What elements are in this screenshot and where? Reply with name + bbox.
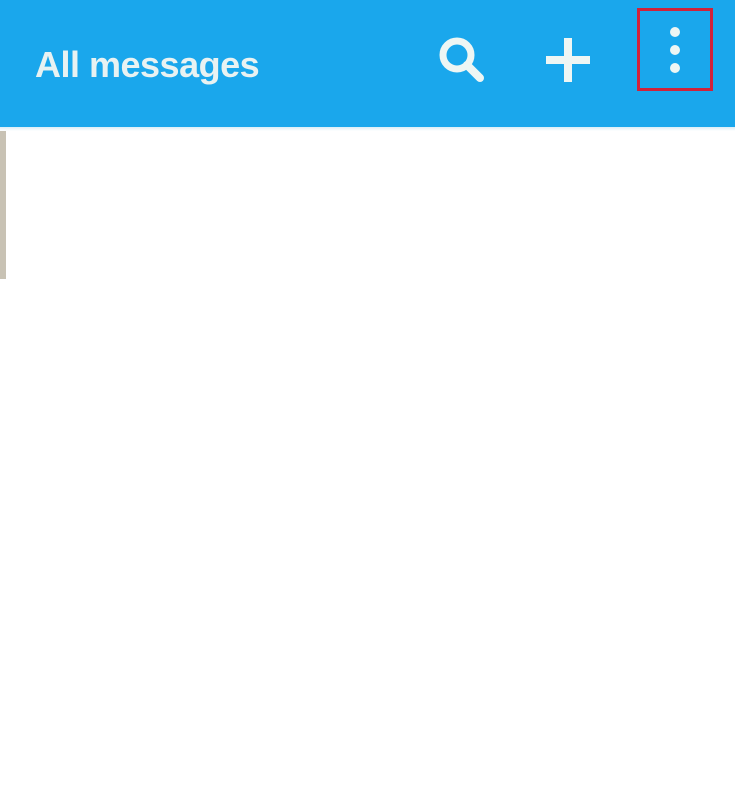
screen: All messages: [0, 0, 735, 787]
search-icon: [439, 37, 484, 82]
add-button[interactable]: [536, 28, 600, 92]
more-vertical-icon: [670, 26, 680, 73]
page-title: All messages: [35, 44, 260, 85]
more-options-button[interactable]: [637, 8, 713, 91]
message-list: [6, 131, 735, 279]
app-bar: All messages: [0, 0, 735, 127]
plus-icon: [546, 38, 590, 82]
search-button[interactable]: [430, 28, 494, 92]
